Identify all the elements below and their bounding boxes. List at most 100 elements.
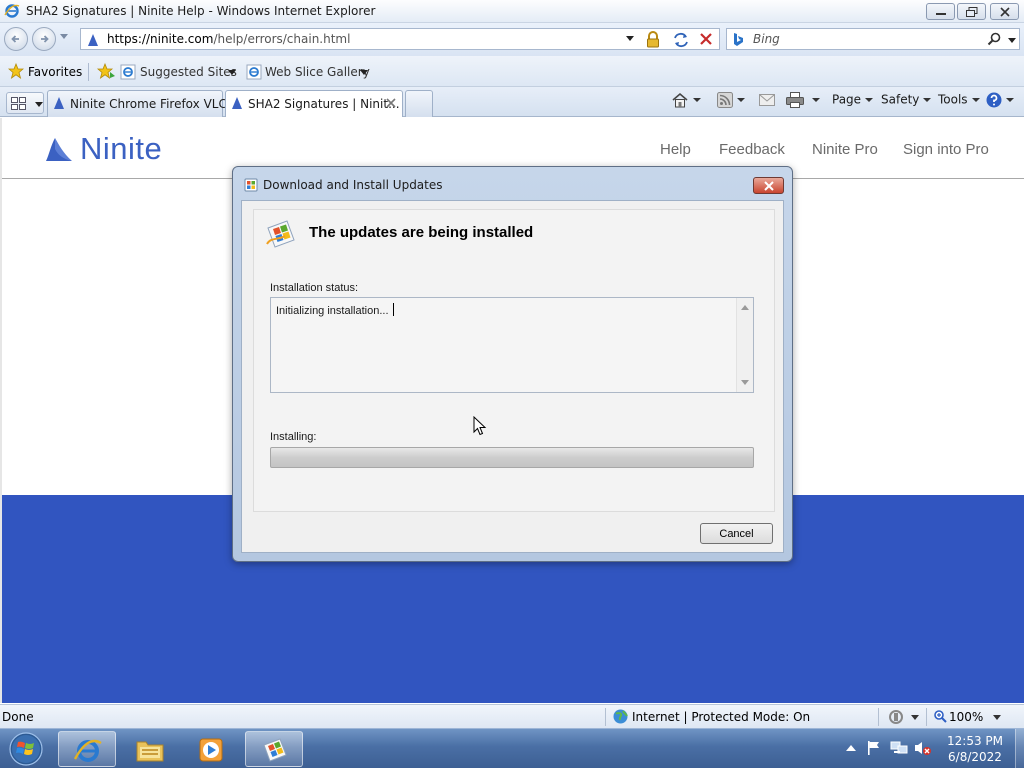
ninite-logo-text[interactable]: Ninite bbox=[80, 131, 162, 167]
installation-status-label: Installation status: bbox=[270, 282, 359, 294]
search-box[interactable]: Bing bbox=[726, 28, 1020, 50]
mail-icon bbox=[759, 93, 775, 106]
status-bar: Done Internet | Protected Mode: On 100% bbox=[0, 704, 1024, 728]
ninite-logo-icon[interactable] bbox=[45, 135, 75, 163]
quick-tabs-button[interactable] bbox=[6, 92, 44, 114]
tab-list-dropdown-icon[interactable] bbox=[35, 102, 43, 108]
ninite-favicon-icon bbox=[54, 97, 64, 109]
page-menu[interactable]: Page bbox=[832, 92, 874, 107]
chevron-down-icon bbox=[865, 97, 874, 102]
ninite-favicon-icon bbox=[232, 97, 242, 109]
system-tray: 12:53 PM 6/8/2022 bbox=[840, 729, 1024, 768]
suggested-sites-ie-icon bbox=[120, 64, 136, 80]
nav-ninite-pro-link[interactable]: Ninite Pro bbox=[812, 141, 878, 158]
security-zone-status[interactable]: Internet | Protected Mode: On bbox=[632, 710, 810, 724]
url-host: https://ninite.com bbox=[107, 32, 214, 46]
taskbar-media-player[interactable] bbox=[182, 731, 240, 767]
action-center-flag-icon[interactable] bbox=[866, 740, 882, 756]
start-button-windows-icon[interactable] bbox=[4, 731, 48, 767]
clock-date: 6/8/2022 bbox=[948, 750, 1002, 764]
status-text: Initializing installation... bbox=[276, 303, 394, 317]
lock-icon[interactable] bbox=[645, 31, 661, 48]
page-menu-label: Page bbox=[832, 92, 862, 107]
status-scrollbar[interactable] bbox=[736, 298, 753, 392]
taskbar-windows-explorer[interactable] bbox=[121, 731, 179, 767]
maximize-button[interactable] bbox=[957, 3, 986, 20]
arrow-left-icon bbox=[11, 35, 19, 43]
nav-feedback-link[interactable]: Feedback bbox=[719, 141, 785, 158]
forward-button[interactable] bbox=[32, 27, 56, 51]
favorites-star-icon[interactable] bbox=[8, 63, 24, 79]
web-slice-gallery-link[interactable]: Web Slice Gallery bbox=[265, 65, 370, 79]
url-path: /help/errors/chain.html bbox=[213, 32, 351, 46]
address-url[interactable]: https://ninite.com/help/errors/chain.htm… bbox=[107, 32, 350, 46]
navigation-bar: https://ninite.com/help/errors/chain.htm… bbox=[0, 23, 1024, 56]
installation-status-textbox[interactable]: Initializing installation... bbox=[270, 297, 754, 393]
nav-sign-into-pro-link[interactable]: Sign into Pro bbox=[903, 141, 989, 158]
new-tab-button[interactable] bbox=[405, 90, 433, 117]
favorites-button[interactable]: Favorites bbox=[28, 65, 82, 79]
clock-time: 12:53 PM bbox=[947, 734, 1003, 748]
show-hidden-icons-icon[interactable] bbox=[846, 744, 856, 752]
window-title: SHA2 Signatures | Ninite Help - Windows … bbox=[26, 4, 376, 18]
favorites-bar: Favorites Suggested Sites Web Slice Gall… bbox=[0, 56, 1024, 87]
print-dropdown-icon[interactable] bbox=[812, 98, 820, 102]
minimize-button[interactable] bbox=[926, 3, 955, 20]
arrow-right-icon bbox=[41, 35, 49, 43]
address-dropdown-icon[interactable] bbox=[626, 36, 634, 42]
tab-sha2-signatures[interactable]: SHA2 Signatures | Ninit... bbox=[225, 90, 403, 117]
chevron-down-icon bbox=[971, 97, 980, 102]
status-text-left: Done bbox=[2, 710, 34, 724]
address-bar[interactable]: https://ninite.com/help/errors/chain.htm… bbox=[80, 28, 720, 50]
nav-help-link[interactable]: Help bbox=[660, 141, 691, 158]
compatibility-view-icon[interactable] bbox=[673, 32, 689, 48]
add-to-favorites-bar-icon[interactable] bbox=[96, 63, 116, 79]
close-button[interactable] bbox=[990, 3, 1019, 20]
scroll-up-icon[interactable] bbox=[741, 305, 749, 310]
stop-icon[interactable] bbox=[699, 32, 713, 46]
help-menu[interactable] bbox=[986, 92, 1014, 108]
feeds-dropdown-icon[interactable] bbox=[737, 98, 745, 102]
print-button[interactable] bbox=[786, 92, 820, 108]
recent-pages-dropdown-icon[interactable] bbox=[60, 34, 68, 40]
search-icon[interactable] bbox=[987, 32, 1001, 46]
folder-icon bbox=[136, 741, 164, 762]
tab-label: SHA2 Signatures | Ninit... bbox=[248, 97, 400, 111]
install-updates-dialog[interactable]: Download and Install Updates The updates… bbox=[232, 166, 793, 562]
suggested-sites-dropdown-icon[interactable] bbox=[228, 70, 236, 76]
volume-muted-icon[interactable] bbox=[914, 740, 932, 756]
minimize-icon bbox=[936, 13, 946, 15]
suggested-sites-link[interactable]: Suggested Sites bbox=[140, 65, 237, 79]
network-icon[interactable] bbox=[890, 740, 908, 756]
feeds-button[interactable] bbox=[717, 92, 745, 108]
taskbar-windows-update[interactable] bbox=[245, 731, 303, 767]
read-mail-button[interactable] bbox=[759, 92, 775, 106]
chevron-down-icon[interactable] bbox=[911, 715, 919, 721]
divider bbox=[605, 708, 606, 726]
show-desktop-button[interactable] bbox=[1015, 729, 1024, 768]
zoom-dropdown-icon[interactable] bbox=[993, 715, 1001, 721]
status-message: Initializing installation... bbox=[276, 305, 389, 317]
home-dropdown-icon[interactable] bbox=[693, 98, 701, 102]
close-tab-icon[interactable] bbox=[386, 98, 396, 108]
dialog-heading: The updates are being installed bbox=[309, 224, 534, 241]
tab-ninite-download[interactable]: Ninite Chrome Firefox VLC... bbox=[47, 90, 238, 117]
windows-update-icon bbox=[263, 738, 287, 762]
close-icon bbox=[764, 181, 774, 191]
back-button[interactable] bbox=[4, 27, 28, 51]
zoom-level[interactable]: 100% bbox=[949, 710, 983, 724]
taskbar-clock[interactable]: 12:53 PM 6/8/2022 bbox=[940, 733, 1010, 765]
window-title-bar[interactable]: SHA2 Signatures | Ninite Help - Windows … bbox=[0, 0, 1024, 23]
taskbar-internet-explorer[interactable] bbox=[58, 731, 116, 767]
tools-menu[interactable]: Tools bbox=[938, 92, 980, 107]
protected-mode-icon[interactable] bbox=[887, 709, 905, 725]
web-slice-gallery-dropdown-icon[interactable] bbox=[360, 70, 368, 76]
safety-menu[interactable]: Safety bbox=[881, 92, 932, 107]
home-button[interactable] bbox=[671, 92, 701, 108]
search-options-dropdown-icon[interactable] bbox=[1008, 38, 1016, 44]
divider bbox=[88, 63, 89, 81]
scroll-down-icon[interactable] bbox=[741, 380, 749, 385]
cancel-button[interactable]: Cancel bbox=[700, 523, 773, 544]
dialog-close-button[interactable] bbox=[753, 177, 784, 194]
media-player-icon bbox=[199, 738, 223, 762]
